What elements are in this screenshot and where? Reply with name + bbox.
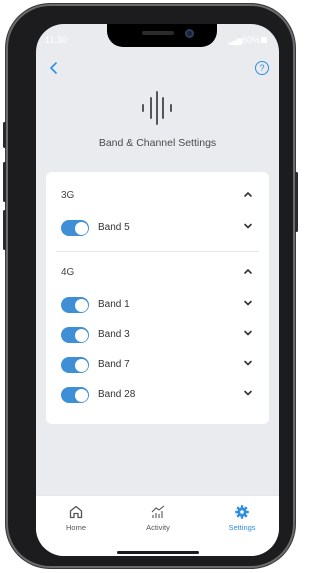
nav-label: Home xyxy=(65,523,86,532)
volume-down-button xyxy=(3,210,6,250)
home-indicator[interactable] xyxy=(117,551,199,554)
toggle-knob xyxy=(74,388,88,402)
band-row[interactable]: Band 28 xyxy=(46,381,269,407)
status-battery: ▂▄▆ 60% xyxy=(228,35,267,45)
activity-chart-icon xyxy=(151,505,165,518)
sound-wave-icon xyxy=(142,91,172,125)
band-label: Band 28 xyxy=(98,389,136,400)
chevron-down-icon[interactable] xyxy=(242,387,254,399)
chevron-up-icon[interactable] xyxy=(242,265,254,277)
notch xyxy=(107,24,217,47)
band-label: Band 7 xyxy=(98,359,130,370)
band-toggle[interactable] xyxy=(61,357,89,373)
status-time: 11:30 xyxy=(45,35,67,45)
battery-percent: 60% xyxy=(241,35,260,45)
band-label: Band 1 xyxy=(98,299,130,310)
chevron-left-icon[interactable] xyxy=(47,61,61,75)
question-circle-icon[interactable]: ? xyxy=(255,61,269,75)
toggle-knob xyxy=(74,221,88,235)
volume-up-button xyxy=(3,162,6,202)
band-row[interactable]: Band 7 xyxy=(46,351,269,377)
camera xyxy=(185,29,194,38)
divider xyxy=(56,251,259,252)
chevron-down-icon[interactable] xyxy=(242,297,254,309)
band-toggle[interactable] xyxy=(61,297,89,313)
gear-icon xyxy=(235,505,249,519)
band-label: Band 5 xyxy=(98,222,130,233)
band-toggle[interactable] xyxy=(61,387,89,403)
group-header-4g[interactable]: 4G xyxy=(46,257,269,287)
nav-label: Settings xyxy=(228,523,256,532)
bottom-nav: Home Activity Settings xyxy=(36,495,279,556)
chevron-down-icon[interactable] xyxy=(242,327,254,339)
battery-icon xyxy=(261,37,267,43)
group-label: 3G xyxy=(61,190,75,201)
home-icon xyxy=(69,505,83,519)
band-settings-card: 3G Band 5 4G Band 1 Band 3 Band 7 Band 2… xyxy=(46,172,269,424)
nav-activity[interactable]: Activity xyxy=(128,504,188,540)
band-toggle[interactable] xyxy=(61,327,89,343)
chevron-up-icon[interactable] xyxy=(242,188,254,200)
nav-label: Activity xyxy=(146,523,170,532)
page-title: Band & Channel Settings xyxy=(98,137,217,149)
signal-icon: ▂▄▆ xyxy=(228,38,242,45)
earpiece xyxy=(142,31,174,35)
band-toggle[interactable] xyxy=(61,220,89,236)
band-label: Band 3 xyxy=(98,329,130,340)
phone-frame: 11:30 ▂▄▆ 60% ? Band & Channel Settings xyxy=(3,4,298,568)
nav-settings[interactable]: Settings xyxy=(212,504,272,540)
power-button xyxy=(295,172,298,232)
group-header-3g[interactable]: 3G xyxy=(46,180,269,210)
chevron-down-icon[interactable] xyxy=(242,357,254,369)
mute-switch xyxy=(3,122,6,148)
toggle-knob xyxy=(74,328,88,342)
band-row[interactable]: Band 5 xyxy=(46,214,269,240)
band-row[interactable]: Band 1 xyxy=(46,291,269,317)
group-label: 4G xyxy=(61,267,75,278)
nav-home[interactable]: Home xyxy=(46,504,106,540)
toggle-knob xyxy=(74,358,88,372)
band-row[interactable]: Band 3 xyxy=(46,321,269,347)
toggle-knob xyxy=(74,298,88,312)
chevron-down-icon[interactable] xyxy=(242,220,254,232)
screen: 11:30 ▂▄▆ 60% ? Band & Channel Settings xyxy=(36,24,279,556)
